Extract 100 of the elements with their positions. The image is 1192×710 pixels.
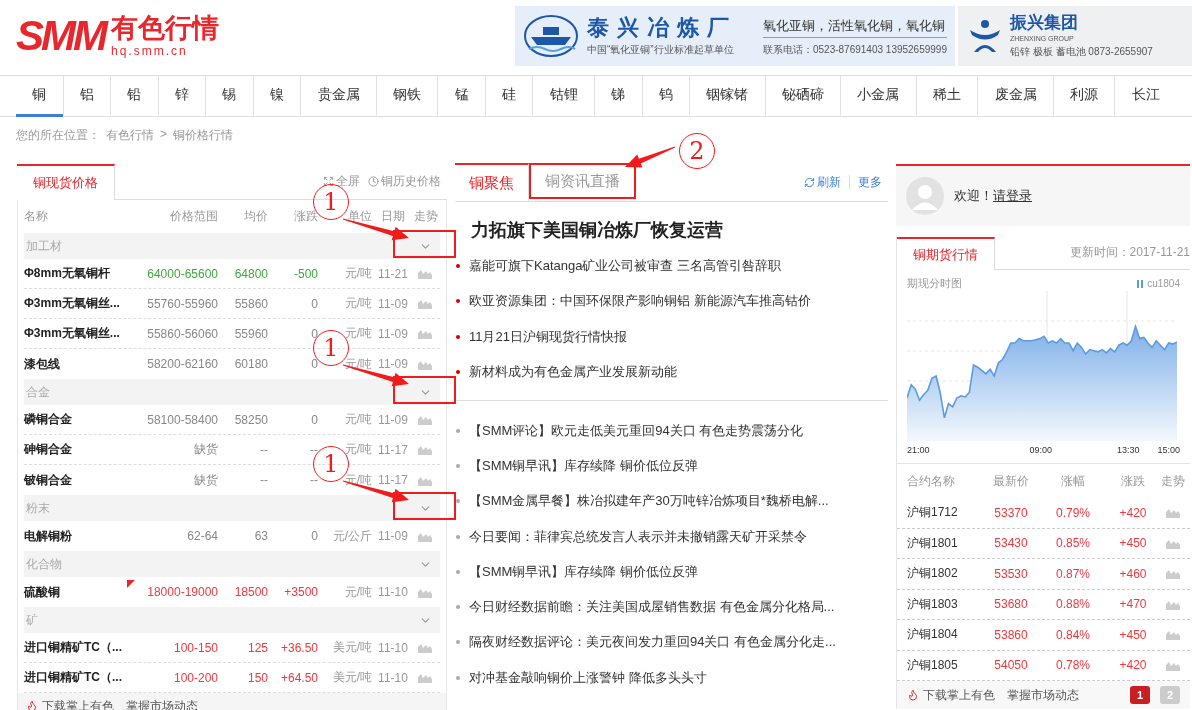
logo-url: hq.smm.cn xyxy=(111,43,189,58)
news-link[interactable]: 新材料成为有色金属产业发展新动能 xyxy=(469,363,677,382)
nav-tab[interactable]: 稀土 xyxy=(915,76,978,117)
nav-tab[interactable]: 锌 xyxy=(157,76,206,117)
news-link[interactable]: 11月21日沪铜现货行情快报 xyxy=(469,327,627,346)
table-cell-text: 11-17 xyxy=(377,442,409,457)
nav-tab[interactable]: 小金属 xyxy=(840,76,916,117)
column-header: 走势 xyxy=(1161,472,1185,490)
nav-tab[interactable]: 废金属 xyxy=(977,76,1053,117)
ad-contact: 联系电话：0523-87691403 13952659999 xyxy=(762,43,947,56)
news-headline[interactable]: 力拓旗下美国铜冶炼厂恢复运营 xyxy=(471,218,872,242)
panel-tab[interactable]: 铜现货价格 xyxy=(17,164,115,200)
breadcrumb-separator: > xyxy=(160,127,167,143)
table-cell-text: 0.85% xyxy=(1055,536,1091,551)
table-cell-text: +450 xyxy=(1118,627,1148,642)
table-cell-text: 125 xyxy=(246,640,268,655)
table-cell-text: 0.88% xyxy=(1055,597,1091,612)
nav-tab[interactable]: 利源 xyxy=(1052,76,1115,117)
table-cell-text: +460 xyxy=(1118,566,1148,581)
news-link[interactable]: 【SMM金属早餐】株冶拟建年产30万吨锌冶炼项目*魏桥电解... xyxy=(469,492,829,511)
table-cell-text: 漆包线 xyxy=(24,355,61,373)
news-link[interactable]: 【SMM铜早讯】库存续降 铜价低位反弹 xyxy=(469,456,698,475)
bullet-dot xyxy=(456,299,460,304)
bullet-dot xyxy=(456,675,460,680)
table-cell-text: 砷铜合金 xyxy=(24,441,73,458)
nav-tab[interactable]: 铅 xyxy=(110,76,158,117)
panel-tab[interactable]: 铜期货行情 xyxy=(897,237,995,270)
page-button[interactable]: 1 xyxy=(1130,686,1150,704)
nav-tab[interactable]: 铋硒碲 xyxy=(764,76,841,117)
news-link[interactable]: 【SMM铜早讯】库存续降 铜价低位反弹 xyxy=(469,562,698,581)
table-cell-text: 元/吨 xyxy=(343,295,372,312)
update-time: 更新时间：2017-11-21 xyxy=(1069,244,1190,261)
column-header: 涨跌 xyxy=(1120,472,1146,490)
ad-tagline: 中国“氧化亚铜”行业标准起草单位 xyxy=(587,44,735,57)
news-link[interactable]: 隔夜财经数据评论：美元夜间发力重回94关口 有色金属分化走... xyxy=(469,633,836,652)
nav-tab[interactable]: 长江 xyxy=(1114,76,1176,117)
ship-logo-icon xyxy=(523,13,579,59)
news-link[interactable]: 【SMM评论】欧元走低美元重回94关口 有色走势震荡分化 xyxy=(469,421,804,440)
nav-tab[interactable]: 钨 xyxy=(641,76,690,117)
table-cell-text: 54050 xyxy=(993,658,1029,673)
table-cell-text: 沪铜1802 xyxy=(907,565,959,583)
advertisement-banner[interactable]: 泰兴冶炼厂 中国“氧化亚铜”行业标准起草单位 氧化亚铜，活性氧化铜，氧化铜 联系电话：0523-87691403 13952659999 xyxy=(515,6,955,66)
category-name: 合金 xyxy=(26,383,50,401)
ad-products: 氧化亚铜，活性氧化铜，氧化铜 xyxy=(762,16,947,38)
table-cell-text: -500 xyxy=(292,266,318,281)
avatar-icon xyxy=(906,177,944,215)
table-cell-text: Φ3mm无氧铜丝... xyxy=(24,325,121,342)
flame-icon xyxy=(26,700,38,710)
table-cell-text: 硫酸铜 xyxy=(24,583,61,601)
news-link[interactable]: 对冲基金敲响铜价上涨警钟 降低多头头寸 xyxy=(469,668,707,687)
table-cell-text: 53430 xyxy=(993,536,1029,551)
table-cell-text: 缺货 xyxy=(193,471,218,489)
bullet-dot xyxy=(456,569,460,574)
table-cell-text: 沪铜1805 xyxy=(907,656,959,674)
table-cell-text: 沪铜1712 xyxy=(907,504,959,522)
news-link[interactable]: 今日要闻：菲律宾总统发言人表示并未撤销露天矿开采禁令 xyxy=(469,527,807,546)
table-cell-text: 元/吨 xyxy=(343,583,372,601)
category-name: 矿 xyxy=(26,611,38,629)
table-cell-text: 53370 xyxy=(993,505,1029,520)
nav-tab[interactable]: 锡 xyxy=(205,76,253,117)
nav-tab[interactable]: 锑 xyxy=(594,76,642,117)
trend-chart-icon xyxy=(1166,629,1180,641)
ad-title: 泰兴冶炼厂 xyxy=(587,15,737,41)
table-cell-text: 0.78% xyxy=(1055,658,1091,673)
time-label: 09:00 xyxy=(1029,445,1053,455)
table-cell-text: 11-09 xyxy=(377,412,409,427)
figure-logo-icon xyxy=(968,18,1002,54)
chart-title: 期现分时图 xyxy=(907,276,962,291)
news-link[interactable]: 嘉能可旗下Katanga矿业公司被审查 三名高管引咎辞职 xyxy=(469,256,782,275)
trend-chart-icon xyxy=(1166,568,1180,580)
table-cell-text: -- xyxy=(259,473,268,487)
nav-tab[interactable]: 钢铁 xyxy=(375,76,438,117)
news-tab[interactable]: 铜聚焦 xyxy=(455,163,529,201)
table-cell-text: 元/吨 xyxy=(343,325,372,342)
nav-tab[interactable]: 铟镓锗 xyxy=(689,76,765,117)
nav-tab[interactable]: 硅 xyxy=(484,76,533,117)
table-cell-text: 11-09 xyxy=(377,326,409,341)
category-name: 加工材 xyxy=(26,237,62,255)
column-header: 最新价 xyxy=(992,472,1030,490)
nav-tab[interactable]: 钴锂 xyxy=(532,76,594,117)
news-link[interactable]: 今日财经数据前瞻：关注美国成屋销售数据 有色金属分化格局... xyxy=(469,598,835,617)
trend-chart-icon xyxy=(418,268,432,279)
table-cell-text: -- xyxy=(259,442,268,457)
news-action-link[interactable]: 更多 xyxy=(858,173,882,191)
nav-tab[interactable]: 锰 xyxy=(437,76,485,117)
table-cell-text: 100-200 xyxy=(172,670,218,685)
table-cell-text: 沪铜1804 xyxy=(907,626,959,644)
table-cell-text: 铍铜合金 xyxy=(24,471,73,489)
nav-tab[interactable]: 镍 xyxy=(252,76,301,117)
nav-tab[interactable]: 铝 xyxy=(62,76,111,117)
table-cell-text: +450 xyxy=(1118,536,1148,551)
bullet-dot xyxy=(456,263,460,268)
news-action-link[interactable]: 刷新 xyxy=(804,173,841,191)
footer-text: 下载掌上有色 掌握市场动态 xyxy=(923,686,1079,704)
login-link[interactable]: 请登录 xyxy=(993,187,1032,205)
table-cell-text: Φ8mm无氧铜杆 xyxy=(24,265,111,282)
nav-tab[interactable]: 贵金属 xyxy=(300,76,376,117)
news-link[interactable]: 欧亚资源集团：中国环保限产影响铜铝 新能源汽车推高钴价 xyxy=(469,292,811,311)
table-cell-text: 64800 xyxy=(233,266,268,281)
nav-tab[interactable]: 铜 xyxy=(16,76,63,117)
